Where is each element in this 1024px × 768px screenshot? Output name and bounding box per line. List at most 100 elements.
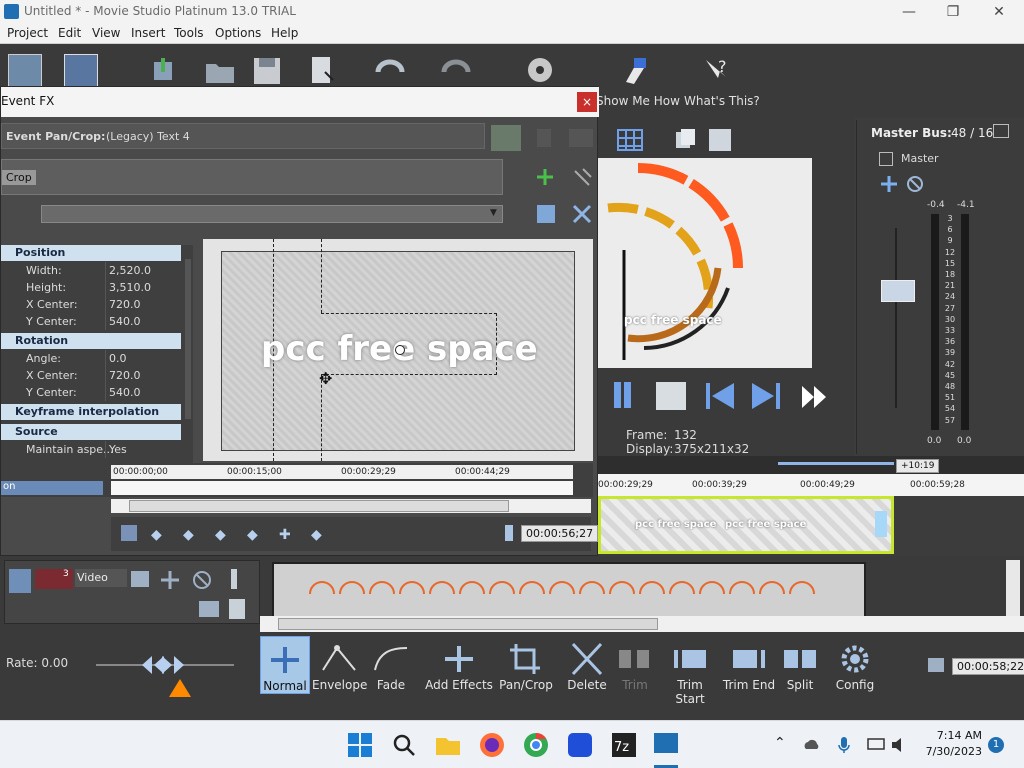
track-solo-icon[interactable] xyxy=(231,569,237,589)
properties-icon[interactable] xyxy=(305,54,339,88)
go-to-start-icon[interactable] xyxy=(704,380,736,412)
timeline-view-icon[interactable] xyxy=(64,54,98,88)
chrome-icon[interactable] xyxy=(522,731,550,759)
pause-button[interactable] xyxy=(612,380,634,412)
network-icon[interactable] xyxy=(866,735,886,755)
track-scrollbar[interactable] xyxy=(1006,560,1020,624)
prop-row[interactable]: X Center: 720.0 xyxy=(1,367,181,384)
track-expand-icon[interactable] xyxy=(9,569,31,593)
fx-view-icon-2[interactable] xyxy=(537,129,551,147)
whats-this-icon[interactable]: ? xyxy=(700,54,734,88)
tool-trim-start[interactable]: Trim Start xyxy=(662,636,718,706)
tool-envelope[interactable]: Envelope xyxy=(312,636,367,694)
file-explorer-icon[interactable] xyxy=(434,731,462,759)
prop-row[interactable]: Y Center: 540.0 xyxy=(1,384,181,401)
prop-row[interactable]: Y Center: 540.0 xyxy=(1,313,181,330)
minimize-button[interactable]: — xyxy=(894,2,924,22)
clock-time[interactable]: 7:14 AM xyxy=(926,729,982,742)
track-move-down-icon[interactable] xyxy=(229,599,245,619)
go-to-end-icon[interactable] xyxy=(750,380,782,412)
firefox-icon[interactable] xyxy=(478,731,506,759)
track-fx-icon[interactable] xyxy=(159,569,181,591)
insert-fx-icon[interactable] xyxy=(879,174,899,194)
close-window-button[interactable]: ✕ xyxy=(984,2,1014,22)
save-preset-icon[interactable] xyxy=(535,203,557,225)
film-reel-icon[interactable] xyxy=(524,54,558,88)
tool-normal[interactable]: Normal xyxy=(260,636,310,694)
remove-fx-icon[interactable] xyxy=(571,167,593,189)
master-fader-handle[interactable] xyxy=(881,280,915,302)
show-me-how-label[interactable]: Show Me How xyxy=(596,94,680,108)
search-icon[interactable] xyxy=(390,731,418,759)
stop-button[interactable] xyxy=(656,382,686,410)
dialog-title-bar[interactable]: Event FX × xyxy=(1,87,599,117)
prop-value[interactable]: 0.0 xyxy=(109,352,127,365)
tool-pan-crop[interactable]: Pan/Crop xyxy=(498,636,554,694)
menu-project[interactable]: Project xyxy=(7,26,48,40)
open-folder-icon[interactable] xyxy=(203,54,237,88)
undo-icon[interactable] xyxy=(372,54,406,88)
menu-help[interactable]: Help xyxy=(271,26,298,40)
track-header[interactable]: 3 Video xyxy=(4,560,260,624)
whats-this-label[interactable]: What's This? xyxy=(684,94,760,108)
app-icon[interactable] xyxy=(566,731,594,759)
menu-tools[interactable]: Tools xyxy=(174,26,204,40)
save-icon[interactable] xyxy=(250,54,284,88)
keyframe-hscroll[interactable] xyxy=(111,499,591,513)
next-keyframe-icon[interactable]: ◆ xyxy=(215,527,226,543)
scroll-thumb[interactable] xyxy=(129,500,509,512)
timeline-hscroll[interactable] xyxy=(260,616,1024,632)
import-media-icon[interactable] xyxy=(146,54,180,88)
section-source[interactable]: Source xyxy=(1,424,181,440)
compositing-icon[interactable] xyxy=(131,571,149,587)
menu-options[interactable]: Options xyxy=(215,26,261,40)
tool-delete[interactable]: Delete xyxy=(564,636,610,694)
section-position[interactable]: Position xyxy=(1,245,181,261)
fx-view-icon[interactable] xyxy=(491,125,521,151)
track-alpha-icon[interactable] xyxy=(199,601,219,617)
delete-keyframe-icon[interactable]: ◆ xyxy=(311,527,322,543)
scroll-thumb[interactable] xyxy=(278,618,658,630)
dialog-close-button[interactable]: × xyxy=(577,92,597,112)
bus-settings-icon[interactable] xyxy=(993,124,1009,138)
windows-start-icon[interactable] xyxy=(346,731,374,759)
save-snapshot-icon[interactable] xyxy=(706,126,734,154)
prop-row[interactable]: Angle: 0.0 xyxy=(1,350,181,367)
movie-studio-icon[interactable] xyxy=(652,729,680,757)
volume-icon[interactable] xyxy=(890,735,910,755)
mute-icon[interactable] xyxy=(905,174,925,194)
rate-marker-icon[interactable] xyxy=(168,678,192,698)
prop-value[interactable]: 3,510.0 xyxy=(109,281,151,294)
prop-row[interactable]: X Center: 720.0 xyxy=(1,296,181,313)
ruler-bar[interactable]: 00:00:29;29 00:00:39;29 00:00:49;29 00:0… xyxy=(598,474,1024,496)
keyframe-track[interactable] xyxy=(111,481,573,495)
pan-crop-workspace[interactable]: pcc free space ✥ xyxy=(203,239,593,461)
grid-icon[interactable] xyxy=(614,126,654,154)
add-fx-icon[interactable] xyxy=(535,167,555,187)
microphone-icon[interactable] xyxy=(836,735,852,755)
prop-value[interactable]: 2,520.0 xyxy=(109,264,151,277)
tool-split[interactable]: Split xyxy=(780,636,820,694)
prop-value[interactable]: Yes xyxy=(109,443,127,456)
tool-add-effects[interactable]: Add Effects xyxy=(420,636,498,694)
tool-trim-end[interactable]: Trim End xyxy=(722,636,776,694)
menu-insert[interactable]: Insert xyxy=(131,26,165,40)
section-rotation[interactable]: Rotation xyxy=(1,333,181,349)
crop-tab[interactable]: Crop xyxy=(2,170,36,185)
prop-value[interactable]: 540.0 xyxy=(109,315,141,328)
track-name[interactable]: Video xyxy=(75,569,127,587)
restore-button[interactable]: ❐ xyxy=(938,2,968,22)
loop-region[interactable] xyxy=(778,462,894,465)
show-me-how-icon[interactable] xyxy=(618,54,652,88)
rate-slider-handle[interactable] xyxy=(140,654,186,676)
keyframe-ruler[interactable]: 00:00:00;00 00:00:15;00 00:00:29;29 00:0… xyxy=(111,465,573,479)
first-keyframe-icon[interactable]: ◆ xyxy=(151,527,162,543)
media-filmstrip[interactable] xyxy=(272,562,866,622)
last-keyframe-icon[interactable]: ◆ xyxy=(247,527,258,543)
preset-dropdown[interactable]: ▼ xyxy=(41,205,503,223)
onedrive-icon[interactable] xyxy=(802,737,822,753)
tool-fade[interactable]: Fade xyxy=(368,636,414,694)
master-fx-icon[interactable] xyxy=(879,152,893,166)
video-clip[interactable]: pcc free space pcc free space xyxy=(598,496,894,554)
tool-config[interactable]: Config xyxy=(830,636,880,694)
